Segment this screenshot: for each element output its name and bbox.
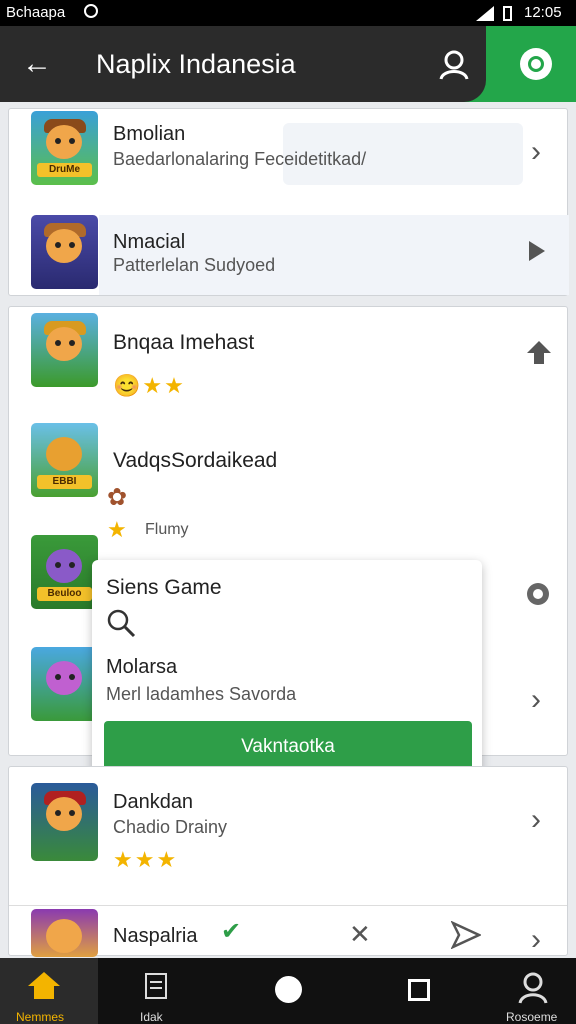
search-icon[interactable] [106,608,136,638]
game-thumbnail[interactable]: DruMe [31,111,98,185]
carrier-label: Bchaapa [6,4,66,21]
rating-stars: ★★★ [113,847,179,872]
page-title: Naplix Indanesia [96,49,296,79]
home-button-icon[interactable] [275,976,302,1003]
check-icon: ✔ [221,918,242,945]
game-name[interactable]: VadqsSordaikead [113,449,277,473]
game-popup: Siens Game Molarsa Merl ladamhes Savorda… [92,560,482,780]
app-bar: ← Naplix Indanesia [0,26,576,102]
recent-apps-icon[interactable] [408,979,430,1001]
signal-icon [476,6,494,21]
game-name[interactable]: Dankdan [113,791,193,814]
chevron-right-icon[interactable]: › [531,923,541,957]
game-thumbnail[interactable] [31,313,98,387]
popup-item-name: Molarsa [106,656,178,678]
clock: 12:05 [524,4,562,21]
popup-title: Siens Game [106,576,222,599]
game-thumbnail[interactable]: Beuloo [31,535,98,609]
popup-item-subtitle: Merl ladamhes Savorda [106,684,297,704]
game-thumbnail[interactable] [31,647,98,721]
close-icon[interactable]: ✕ [349,919,371,950]
game-thumbnail[interactable] [31,909,98,957]
game-card-1: DruMe Bmolian Baedarlonalaring Feceideti… [8,108,569,296]
game-name[interactable]: Nmacial [113,231,185,254]
toggle-ring-icon [528,56,544,72]
game-name[interactable]: Bmolian [113,123,185,146]
battery-icon [503,6,512,21]
document-icon [145,973,167,999]
thumbnail-label: EBBI [37,475,92,489]
nav-home[interactable]: Nemmes [0,958,98,1024]
home-icon [28,972,60,999]
nav-profile[interactable]: Rosoeme [496,958,572,1024]
chevron-right-icon[interactable]: › [531,135,541,169]
status-bar: Bchaapa 12:05 [0,0,576,26]
game-thumbnail[interactable] [31,215,98,289]
game-subtitle: Chadio Drainy [113,817,228,837]
divider [9,905,567,906]
game-card-3: Dankdan Chadio Drainy ★★★ › Naspalria ✔ … [8,766,568,957]
nav-profile-label: Rosoeme [506,1010,558,1024]
nav-docs-label: Idak [140,1010,163,1024]
upload-icon[interactable] [527,339,551,365]
send-icon[interactable] [451,921,481,949]
play-icon[interactable] [527,239,547,263]
thumbnail-label: Beuloo [37,587,92,601]
chevron-right-icon[interactable]: › [531,683,541,717]
bottom-nav: Nemmes Idak Rosoeme [0,958,576,1024]
star-badge-icon: ★ [107,517,127,542]
game-thumbnail[interactable] [31,783,98,861]
game-name[interactable]: Naspalria [113,925,197,948]
game-subtitle: Baedarlonalaring Feceidetitkad/ [113,149,367,169]
info-icon[interactable] [525,581,551,607]
game-tag: Flumy [145,521,189,538]
nav-home-label: Nemmes [16,1010,65,1024]
thumbnail-label: DruMe [37,163,92,177]
back-arrow-icon[interactable]: ← [22,46,52,82]
rating-stars: 😊★★ [113,373,186,398]
game-subtitle: Patterlelan Sudyoed [113,255,276,275]
profile-icon [518,972,548,1004]
profile-icon[interactable] [436,46,472,82]
game-name[interactable]: Bnqaa Imehast [113,331,254,355]
chevron-right-icon[interactable]: › [531,803,541,837]
notification-icon [84,4,98,18]
game-thumbnail[interactable]: EBBI [31,423,98,497]
toggle-button[interactable] [520,48,552,80]
category-icon: ✿ [107,484,128,511]
nav-docs[interactable]: Idak [132,958,192,1024]
